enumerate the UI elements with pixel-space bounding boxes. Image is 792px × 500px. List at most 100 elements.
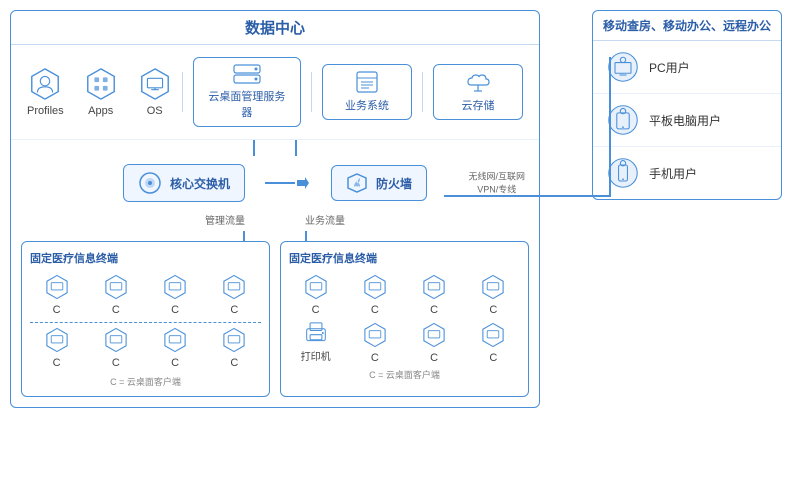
list-item: C bbox=[348, 274, 401, 316]
list-item: C bbox=[30, 327, 83, 369]
switch-box: 核心交换机 bbox=[123, 164, 245, 202]
server-mgmt-icon bbox=[233, 64, 261, 84]
terminal-2-top-grid: C C C bbox=[289, 274, 520, 316]
biz-icon bbox=[353, 71, 381, 93]
client-icon bbox=[103, 327, 129, 353]
list-item: C bbox=[89, 327, 142, 369]
profiles-label: Profiles bbox=[27, 105, 64, 117]
client-icon bbox=[221, 274, 247, 300]
flow-mgmt-label: 管理流量 bbox=[205, 212, 245, 227]
firewall-right-connector bbox=[444, 195, 610, 197]
list-item: C bbox=[467, 274, 520, 316]
profiles-icon bbox=[28, 67, 62, 101]
firewall-label: 防火墙 bbox=[376, 175, 412, 192]
terminal-1-top-grid: C C C bbox=[30, 274, 261, 316]
phone-user-label: 手机用户 bbox=[649, 165, 697, 182]
client-label: C bbox=[230, 357, 238, 369]
printer-item: 打印机 bbox=[289, 322, 342, 364]
os-label: OS bbox=[147, 105, 163, 117]
list-item: C bbox=[208, 327, 261, 369]
terminal-box-2: 固定医疗信息终端 C C bbox=[280, 241, 529, 397]
divider-3 bbox=[422, 72, 423, 112]
firewall-box: 防火墙 bbox=[331, 165, 427, 201]
terminal-2-bottom-grid: 打印机 C C bbox=[289, 322, 520, 364]
terminal-box-1: 固定医疗信息终端 C C bbox=[21, 241, 270, 397]
pc-user-icon bbox=[607, 51, 639, 83]
terminals-row: 固定医疗信息终端 C C bbox=[11, 241, 539, 407]
storage-label: 云存储 bbox=[462, 97, 495, 113]
server-box-biz: 业务系统 bbox=[322, 64, 412, 120]
client-label: C bbox=[489, 304, 497, 316]
client-label: C bbox=[53, 357, 61, 369]
client-label: C bbox=[371, 304, 379, 316]
client-label: C bbox=[371, 352, 379, 364]
user-item-pc: PC用户 bbox=[593, 41, 781, 94]
list-item: C bbox=[289, 274, 342, 316]
client-label: C bbox=[230, 304, 238, 316]
datacenter-title: 数据中心 bbox=[11, 11, 539, 45]
terminal-1-title: 固定医疗信息终端 bbox=[30, 250, 261, 266]
phone-user-icon bbox=[607, 157, 639, 189]
client-label: C bbox=[489, 352, 497, 364]
storage-icon bbox=[463, 71, 493, 93]
client-icon bbox=[44, 274, 70, 300]
right-panel: 移动查房、移动办公、远程办公 PC用户 平板电脑用户 bbox=[592, 10, 782, 200]
printer-icon bbox=[303, 322, 329, 344]
client-icon bbox=[221, 327, 247, 353]
switch-firewall-row: 核心交换机 防火墙 无线网/互联网VPN/专线 bbox=[11, 156, 539, 210]
list-item: C bbox=[348, 322, 401, 364]
list-item: C bbox=[408, 322, 461, 364]
terminal-2-footer: C = 云桌面客户端 bbox=[289, 368, 520, 381]
flow-labels-row: 管理流量 业务流量 bbox=[11, 210, 539, 231]
client-label: C bbox=[171, 357, 179, 369]
client-label: C bbox=[112, 304, 120, 316]
client-icon bbox=[421, 274, 447, 300]
list-item: C bbox=[30, 274, 83, 316]
dashed-divider bbox=[30, 322, 261, 323]
icon-item-profiles: Profiles bbox=[27, 67, 64, 117]
right-panel-title: 移动查房、移动办公、远程办公 bbox=[593, 11, 781, 41]
list-item: C bbox=[208, 274, 261, 316]
apps-icon bbox=[84, 67, 118, 101]
divider-2 bbox=[311, 72, 312, 112]
right-panel-v-connector bbox=[609, 57, 611, 197]
datacenter-box: 数据中心 Profiles bbox=[10, 10, 540, 408]
client-icon bbox=[480, 322, 506, 348]
apps-label: Apps bbox=[88, 105, 113, 117]
terminal-1-bottom-grid: C C C bbox=[30, 327, 261, 369]
client-label: C bbox=[430, 352, 438, 364]
terminal-2-title: 固定医疗信息终端 bbox=[289, 250, 520, 266]
wireless-label: 无线网/互联网VPN/专线 bbox=[468, 170, 525, 195]
icon-item-os: OS bbox=[138, 67, 172, 117]
biz-label: 业务系统 bbox=[345, 97, 389, 113]
tablet-user-label: 平板电脑用户 bbox=[649, 112, 721, 129]
client-icon bbox=[480, 274, 506, 300]
client-icon bbox=[421, 322, 447, 348]
terminal-1-footer: C = 云桌面客户端 bbox=[30, 375, 261, 388]
list-item: C bbox=[408, 274, 461, 316]
client-label: C bbox=[53, 304, 61, 316]
server-box-storage: 云存储 bbox=[433, 64, 523, 120]
icon-item-apps: Apps bbox=[84, 67, 118, 117]
divider-1 bbox=[182, 72, 183, 112]
firewall-icon bbox=[346, 172, 368, 194]
list-item: C bbox=[149, 327, 202, 369]
flow-biz-label: 业务流量 bbox=[305, 212, 345, 227]
client-icon bbox=[362, 274, 388, 300]
client-label: C bbox=[171, 304, 179, 316]
user-item-tablet: 平板电脑用户 bbox=[593, 94, 781, 147]
printer-label: 打印机 bbox=[301, 348, 331, 363]
client-icon bbox=[162, 274, 188, 300]
list-item: C bbox=[89, 274, 142, 316]
client-icon bbox=[44, 327, 70, 353]
client-icon bbox=[362, 322, 388, 348]
os-icon bbox=[138, 67, 172, 101]
switch-icon bbox=[138, 171, 162, 195]
client-label: C bbox=[112, 357, 120, 369]
pc-user-label: PC用户 bbox=[649, 59, 690, 76]
user-item-phone: 手机用户 bbox=[593, 147, 781, 199]
client-label: C bbox=[312, 304, 320, 316]
client-icon bbox=[303, 274, 329, 300]
datacenter-top-row: Profiles Apps bbox=[11, 45, 539, 140]
client-icon bbox=[162, 327, 188, 353]
